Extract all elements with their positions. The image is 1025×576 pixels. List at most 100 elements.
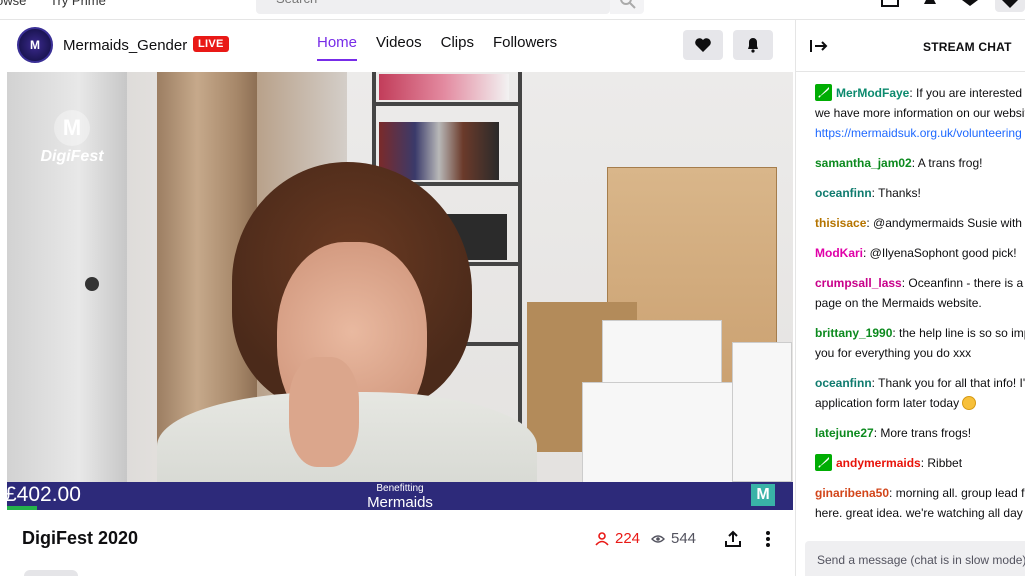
chat-username[interactable]: ModKari: [815, 246, 863, 260]
video-scene-books: [379, 122, 499, 180]
chat-text: Oceanfinn - there is a volunteering: [908, 276, 1025, 290]
shelf-board: [372, 102, 522, 106]
video-scene-hand: [289, 357, 359, 467]
diamond-icon: [1002, 0, 1018, 8]
chat-username[interactable]: ginaribena50: [815, 486, 889, 500]
chat-text: morning all. group lead for the: [895, 486, 1025, 500]
nav-try-prime-link[interactable]: Try Prime: [50, 0, 106, 8]
video-scene-boxes: [379, 74, 509, 100]
chat-message: oceanfinn: Thanks!: [815, 186, 921, 200]
chat-message: brittany_1990: the help line is so so im…: [815, 323, 1025, 363]
chat-text: A trans frog!: [917, 156, 983, 170]
channel-header: M Mermaids_Gender LIVE Home Videos Clips…: [0, 20, 795, 72]
chat-text: If you are interested in volunteering: [916, 86, 1025, 100]
chat-text: application form later today: [815, 396, 960, 410]
watermark-text: DigiFest: [40, 148, 104, 165]
more-options-button[interactable]: [757, 528, 779, 550]
donation-banner: £402.00 Benefitting Mermaids M: [7, 482, 793, 510]
chat-message: crumpsall_lass: Oceanfinn - there is a v…: [815, 273, 1025, 313]
chat-username[interactable]: brittany_1990: [815, 326, 892, 340]
twitch-channel-page: owse Try Prime Search M Mermaids_Gender …: [0, 0, 1025, 576]
channel-name[interactable]: Mermaids_Gender: [63, 37, 187, 54]
bell-icon: [748, 38, 758, 53]
chat-message: MerModFaye: If you are interested in vol…: [815, 83, 1025, 143]
chat-message: latejune27: More trans frogs!: [815, 426, 972, 440]
share-button[interactable]: [722, 528, 744, 550]
heart-icon: [695, 38, 711, 52]
video-scene-box: [602, 320, 722, 390]
chat-message: ginaribena50: morning all. group lead fo…: [815, 483, 1025, 523]
channel-tabs: Home Videos Clips Followers: [317, 34, 557, 61]
chat-message: samantha_jam02: A trans frog!: [815, 156, 983, 170]
inbox-icon[interactable]: [880, 0, 900, 10]
chat-message-input[interactable]: Send a message (chat is in slow mode): [805, 541, 1025, 576]
top-navigation-bar: owse Try Prime Search: [0, 0, 1025, 20]
bits-icon[interactable]: [960, 0, 980, 10]
chat-text: the help line is so so important thank: [899, 326, 1025, 340]
follow-button[interactable]: [683, 30, 723, 60]
stream-chat-panel: STREAM CHAT MerModFaye: If you are inter…: [795, 20, 1025, 576]
chat-username[interactable]: oceanfinn: [815, 376, 872, 390]
search-icon: [620, 0, 636, 9]
chat-username[interactable]: oceanfinn: [815, 186, 872, 200]
search-button[interactable]: [610, 0, 644, 14]
grimace-emoji-icon: [962, 396, 977, 410]
moderator-badge-icon: [815, 454, 832, 471]
share-icon: [725, 530, 741, 547]
chat-text: we have more information on our website:: [815, 106, 1025, 120]
watermark-logo: M: [54, 110, 90, 146]
chat-username[interactable]: thisisace: [815, 216, 866, 230]
chat-text: here. great idea. we're watching all day: [815, 506, 1023, 520]
chat-text: @andymermaids Susie with the golden: [873, 216, 1025, 230]
chat-text: Thanks!: [878, 186, 921, 200]
get-bits-button[interactable]: [995, 0, 1025, 12]
benefitting-label: Benefitting: [376, 483, 424, 494]
chat-message: thisisace: @andymermaids Susie with the …: [815, 213, 1025, 233]
video-scene-box: [732, 342, 792, 482]
chat-username[interactable]: latejune27: [815, 426, 874, 440]
tab-followers[interactable]: Followers: [493, 34, 557, 61]
chat-title: STREAM CHAT: [923, 40, 1012, 54]
moderator-badge-icon: [815, 84, 832, 101]
chat-message: andymermaids: Ribbet: [815, 453, 1025, 473]
digifest-watermark: M DigiFest: [37, 110, 107, 190]
chat-username[interactable]: MerModFaye: [836, 86, 909, 100]
tag-pill[interactable]: [24, 570, 78, 576]
collapse-chat-icon[interactable]: [810, 38, 828, 54]
notification-bell-button[interactable]: [733, 30, 773, 60]
mermaids-logo: M: [751, 484, 775, 506]
more-vertical-icon: [766, 531, 770, 547]
chat-message: oceanfinn: Thank you for all that info! …: [815, 373, 1025, 413]
chat-text: you for everything you do xxx: [815, 346, 972, 360]
avatar-letter: M: [30, 38, 40, 52]
chat-text: @IlyenaSophont good pick!: [869, 246, 1017, 260]
chat-text: Thank you for all that info! I'll fill i…: [878, 376, 1025, 390]
chat-text: More trans frogs!: [880, 426, 972, 440]
tab-home[interactable]: Home: [317, 34, 358, 61]
stream-title: DigiFest 2020: [22, 528, 139, 548]
chat-message: ModKari: @IlyenaSophont good pick!: [815, 246, 1017, 260]
channel-avatar[interactable]: M: [17, 27, 53, 63]
nav-browse-link[interactable]: owse: [0, 0, 26, 8]
view-count: 544: [651, 530, 696, 547]
chat-username[interactable]: samantha_jam02: [815, 156, 912, 170]
chat-username[interactable]: andymermaids: [836, 456, 921, 470]
viewer-count-value: 224: [615, 530, 641, 547]
video-player[interactable]: M DigiFest £402.00 Benefitting Mermaids …: [7, 72, 793, 510]
video-scene-pc-case: [582, 382, 752, 492]
viewer-count: 224: [595, 530, 640, 547]
view-count-value: 544: [671, 530, 697, 547]
tab-videos[interactable]: Videos: [376, 34, 422, 61]
video-scene-door-knob: [85, 277, 99, 291]
charity-name: Mermaids: [367, 494, 433, 510]
chat-link[interactable]: https://mermaidsuk.org.uk/volunteering: [815, 126, 1022, 140]
search-input[interactable]: Search: [256, 0, 610, 14]
tab-clips[interactable]: Clips: [441, 34, 474, 61]
chat-username[interactable]: crumpsall_lass: [815, 276, 902, 290]
chat-text: Ribbet: [927, 456, 963, 470]
eye-icon: [651, 534, 665, 543]
person-icon: [595, 531, 609, 546]
live-badge: LIVE: [193, 36, 229, 52]
chat-message-list: MerModFaye: If you are interested in vol…: [815, 83, 1025, 533]
notifications-icon[interactable]: [920, 0, 940, 10]
